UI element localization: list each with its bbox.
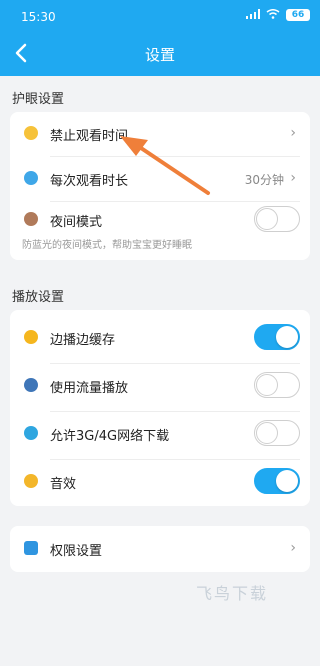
row-label: 权限设置 [50,544,103,559]
night-icon [24,212,38,226]
row-label: 夜间模式 [50,215,103,230]
row-value: 30分钟 [244,173,284,187]
moon-icon [24,126,38,140]
mobile-download-toggle[interactable] [254,420,300,446]
eye-settings-card: 禁止观看时间 › 每次观看时长 30分钟 › 夜间模式 防蓝光的夜间模式，帮助宝… [10,112,310,260]
data-icon [24,378,38,392]
row-mobile-download: 允许3G/4G网络下载 [10,412,310,456]
row-label: 允许3G/4G网络下载 [50,429,170,444]
row-label: 每次观看时长 [50,174,129,189]
row-label: 使用流量播放 [50,381,129,396]
toggle-knob [256,422,278,444]
status-time: 15:30 [21,10,56,24]
night-mode-hint: 防蓝光的夜间模式，帮助宝宝更好睡眠 [22,240,192,251]
permissions-card: 权限设置 › [10,526,310,572]
toggle-knob [276,326,298,348]
cache-icon [24,330,38,344]
row-watch-duration[interactable]: 每次观看时长 30分钟 › [10,157,310,201]
toggle-knob [276,470,298,492]
row-label: 边播边缓存 [50,333,116,348]
data-play-toggle[interactable] [254,372,300,398]
clock-icon [24,171,38,185]
row-permissions[interactable]: 权限设置 › [10,527,310,571]
play-settings-card: 边播边缓存 使用流量播放 允许3G/4G网络下载 音效 [10,310,310,506]
toggle-knob [256,208,278,230]
chevron-right-icon: › [290,170,296,186]
wifi-icon [266,8,280,22]
section-label-play: 播放设置 [12,290,65,305]
row-forbidden-time[interactable]: 禁止观看时间 › [10,112,310,156]
section-label-eye: 护眼设置 [12,92,65,107]
row-label: 禁止观看时间 [50,129,129,144]
sound-effects-toggle[interactable] [254,468,300,494]
status-icons: 66 [246,8,310,22]
chevron-right-icon: › [290,540,296,556]
toggle-knob [256,374,278,396]
page-title: 设置 [144,46,175,64]
cache-toggle[interactable] [254,324,300,350]
shield-icon [24,541,38,555]
battery-icon: 66 [286,9,310,21]
navigation-bar: 设置 [0,30,320,76]
row-cache-while-playing: 边播边缓存 [10,316,310,360]
signal-icon [246,8,260,22]
watermark: 飞鸟下载 [196,584,269,603]
status-bar: 15:30 66 [0,0,320,30]
globe-icon [24,426,38,440]
bell-icon [24,474,38,488]
row-label: 音效 [50,477,77,492]
row-use-data: 使用流量播放 [10,364,310,408]
row-sound-effects: 音效 [10,460,310,504]
chevron-right-icon: › [290,125,296,141]
night-mode-toggle[interactable] [254,206,300,232]
